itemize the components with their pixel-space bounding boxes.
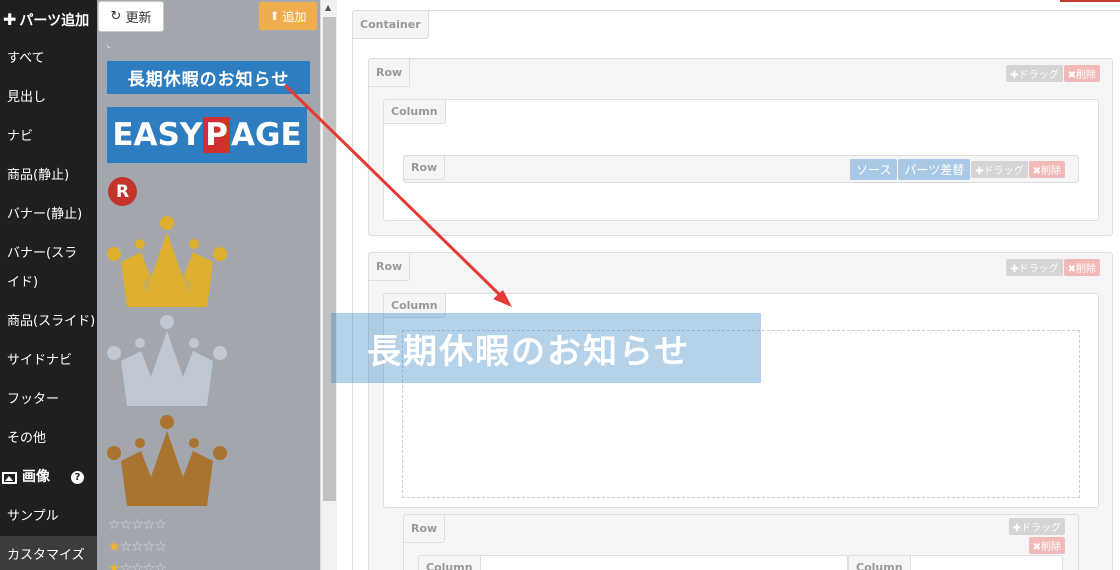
column-box[interactable]: Column Row ソース パーツ差替 ✚ドラッグ ✖削除 [383,99,1099,221]
sidebar-item-image[interactable]: 画像 ? [0,458,97,497]
add-parts-header[interactable]: ✚ パーツ追加 [0,0,97,39]
row-label: Row [403,155,446,180]
part-crown-bronze-icon[interactable] [107,413,227,508]
sidebar-item-sample[interactable]: サンプル [0,497,97,536]
refresh-icon: ↻ [110,9,122,24]
delete-button[interactable]: ✖削除 [1028,161,1065,178]
delete-button[interactable]: ✖削除 [1063,65,1100,82]
drag-button[interactable]: ✚ドラッグ [971,161,1028,178]
row-box-1[interactable]: Row ✚ドラッグ ✖削除 Column Row ソース パーツ差替 ✚ドラッグ… [368,58,1113,236]
part-stars-2[interactable]: ★☆☆☆☆ [108,561,167,570]
part-crown-gold-icon[interactable] [107,214,227,309]
image-label: 画像 [22,469,50,485]
scroll-up-icon[interactable]: ▲ [325,3,331,12]
row-label: Row [368,58,411,87]
sidebar-item-heading[interactable]: 見出し [0,78,97,117]
sidebar-item-product-slide[interactable]: 商品(スライド) [0,302,97,341]
house-icon: P [203,117,231,153]
resize-corner-icon: ⌞ [107,40,111,49]
part-rakuten-badge[interactable]: R [108,177,137,206]
part-crown-silver-icon[interactable] [107,313,227,408]
sidebar-item-customize[interactable]: カスタマイズ [0,536,97,570]
add-label: 追加 [282,9,307,24]
sidebar-item-all[interactable]: すべて [0,39,97,78]
palette-scrollbar[interactable]: ▲ [320,0,337,570]
image-icon [2,471,17,484]
column-label: Column [848,555,911,570]
sidebar-item-banner-slide[interactable]: バナー(スライド) [0,234,97,302]
source-button[interactable]: ソース [850,159,898,180]
upload-icon: ⬆ [269,9,280,23]
star-filled-icon: ★ [108,539,121,555]
scroll-thumb[interactable] [323,17,336,501]
sidebar-item-product-static[interactable]: 商品(静止) [0,156,97,195]
nested-row-box[interactable]: Row ソース パーツ差替 ✚ドラッグ ✖削除 [403,155,1079,183]
part-stars-1[interactable]: ★☆☆☆☆ [108,539,167,555]
row-label: Row [368,252,411,281]
column-box[interactable]: Column [848,555,1063,570]
sidebar-item-nav[interactable]: ナビ [0,117,97,156]
drag-button[interactable]: ✚ドラッグ [1006,259,1063,276]
plus-icon: ✚ [3,10,17,29]
part-stars-0[interactable]: ☆☆☆☆☆ [108,517,167,533]
category-sidebar: ✚ パーツ追加 すべて 見出し ナビ 商品(静止) バナー(静止) バナー(スラ… [0,0,97,570]
sidebar-item-other[interactable]: その他 [0,419,97,458]
sidebar-item-banner-static[interactable]: バナー(静止) [0,195,97,234]
part-easypage-logo[interactable]: EASY P AGE [107,107,307,163]
column-label: Column [383,99,446,124]
add-parts-label: パーツ追加 [19,12,90,29]
nested-row-box[interactable]: Row ✚ドラッグ ✖削除 Column Column [403,514,1079,570]
add-button[interactable]: ⬆ 追加 [259,2,317,30]
dragged-banner-ghost[interactable]: 長期休暇のお知らせ [331,313,761,383]
delete-button[interactable]: ✖削除 [1063,259,1100,276]
drag-button[interactable]: ✚ドラッグ [1006,65,1063,82]
swap-parts-button[interactable]: パーツ差替 [898,159,971,180]
top-edge-mark [1060,0,1120,2]
delete-button[interactable]: ✖削除 [1028,537,1065,554]
row-label: Row [403,514,446,543]
help-icon[interactable]: ? [71,471,84,484]
column-box[interactable]: Column [418,555,848,570]
column-label: Column [418,555,481,570]
part-banner-holiday-notice[interactable]: 長期休暇のお知らせ [107,61,310,94]
refresh-button[interactable]: ↻ 更新 [98,1,164,32]
star-filled-icon: ★ [108,561,121,570]
container-label: Container [352,10,429,39]
drag-button[interactable]: ✚ドラッグ [1008,518,1065,535]
refresh-label: 更新 [125,11,152,26]
sidebar-item-side-nav[interactable]: サイドナビ [0,341,97,380]
sidebar-item-footer[interactable]: フッター [0,380,97,419]
parts-palette: ↻ 更新 ⬆ 追加 ⌞ 長期休暇のお知らせ EASY P AGE R ☆☆☆☆☆… [97,0,320,570]
